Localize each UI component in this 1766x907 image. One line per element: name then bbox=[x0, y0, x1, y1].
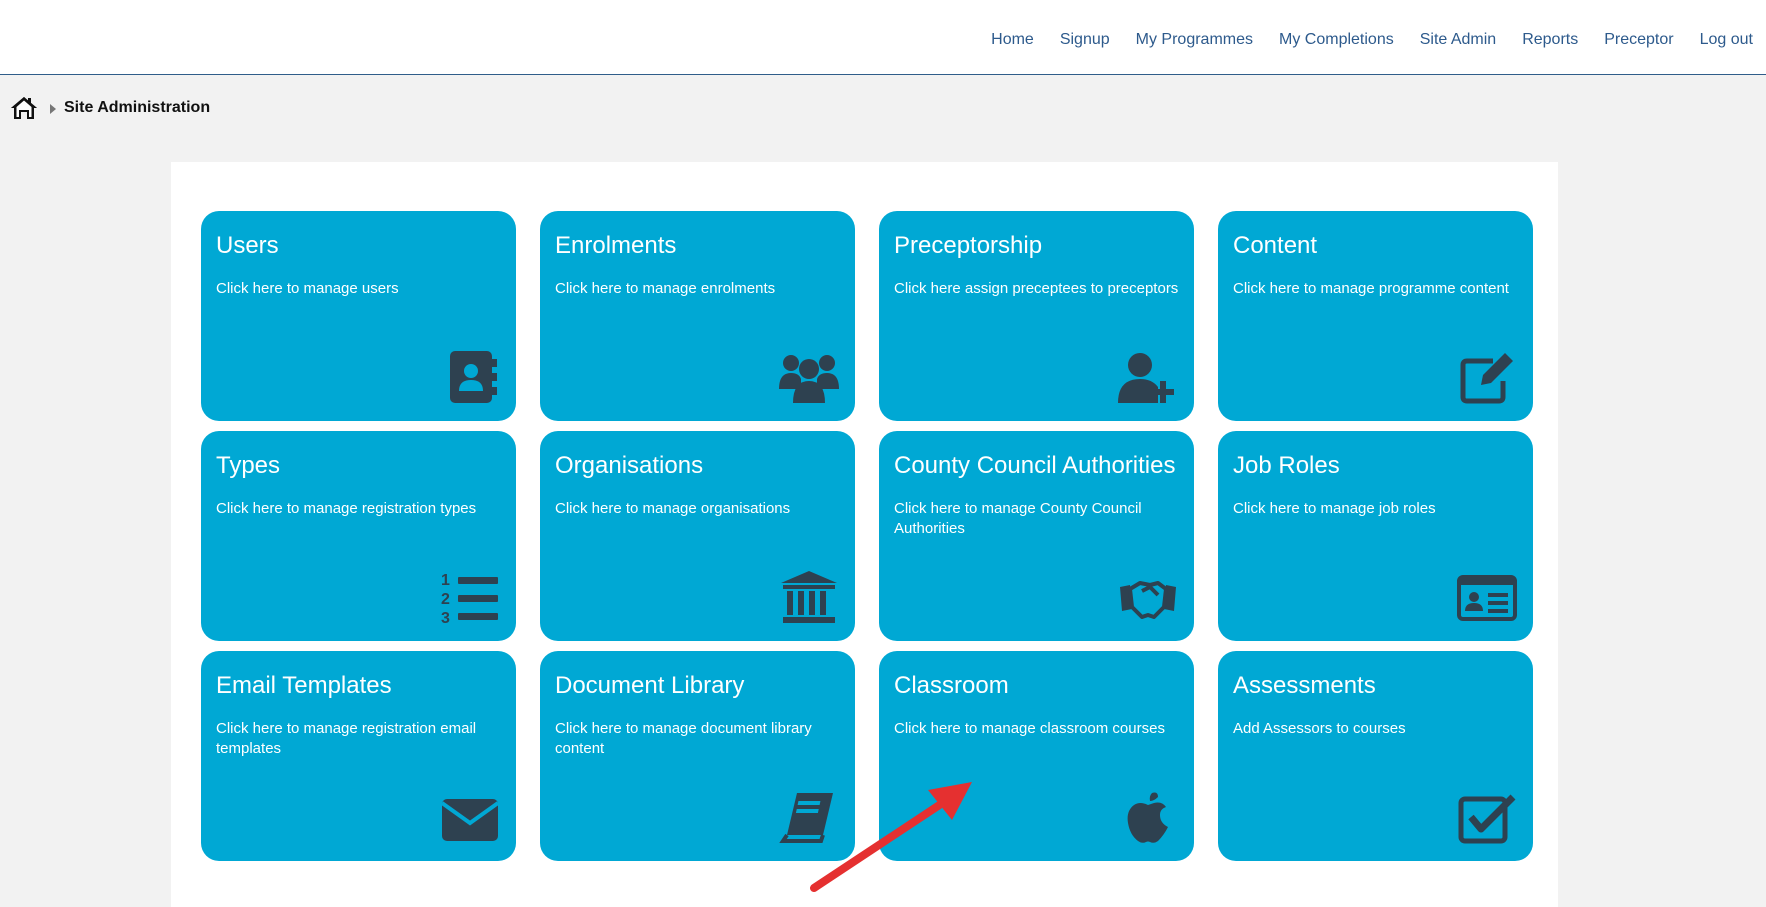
tile-description: Click here to manage enrolments bbox=[555, 280, 776, 297]
tile-description: Click here to manage users bbox=[216, 280, 399, 297]
address-book-icon bbox=[440, 349, 500, 405]
tile-document-library[interactable]: Document Library Click here to manage do… bbox=[540, 651, 855, 861]
users-group-icon bbox=[779, 349, 839, 405]
nav-preceptor[interactable]: Preceptor bbox=[1591, 30, 1686, 50]
tile-title: Assessments bbox=[1233, 672, 1376, 699]
handshake-icon bbox=[1118, 569, 1178, 625]
tile-description: Click here to manage job roles bbox=[1233, 500, 1436, 517]
apple-icon bbox=[1118, 789, 1178, 845]
tile-description: Click here to manage registration email … bbox=[216, 720, 477, 757]
nav-site-admin[interactable]: Site Admin bbox=[1407, 30, 1509, 50]
book-icon bbox=[779, 789, 839, 845]
nav-log-out[interactable]: Log out bbox=[1687, 30, 1766, 50]
breadcrumb: Site Administration bbox=[10, 94, 210, 122]
tile-title: Job Roles bbox=[1233, 452, 1340, 479]
tile-organisations[interactable]: Organisations Click here to manage organ… bbox=[540, 431, 855, 641]
admin-panel: Users Click here to manage users Enrolme… bbox=[171, 162, 1558, 907]
tile-content[interactable]: Content Click here to manage programme c… bbox=[1218, 211, 1533, 421]
check-square-icon bbox=[1457, 789, 1517, 845]
id-card-icon bbox=[1457, 569, 1517, 625]
nav-home[interactable]: Home bbox=[978, 30, 1047, 50]
envelope-icon bbox=[440, 789, 500, 845]
tile-preceptorship[interactable]: Preceptorship Click here assign precepte… bbox=[879, 211, 1194, 421]
nav-my-programmes[interactable]: My Programmes bbox=[1123, 30, 1266, 50]
edit-icon bbox=[1457, 349, 1517, 405]
main-nav: Home Signup My Programmes My Completions… bbox=[978, 30, 1766, 50]
user-plus-icon bbox=[1118, 349, 1178, 405]
tile-title: Enrolments bbox=[555, 232, 677, 259]
tile-title: Document Library bbox=[555, 672, 745, 699]
svg-text:3: 3 bbox=[441, 610, 450, 625]
tile-users[interactable]: Users Click here to manage users bbox=[201, 211, 516, 421]
nav-reports[interactable]: Reports bbox=[1509, 30, 1591, 50]
admin-tile-grid: Users Click here to manage users Enrolme… bbox=[201, 211, 1533, 861]
tile-classroom[interactable]: Classroom Click here to manage classroom… bbox=[879, 651, 1194, 861]
svg-text:2: 2 bbox=[441, 591, 450, 608]
tile-description: Add Assessors to courses bbox=[1233, 720, 1406, 737]
tile-title: County Council Authorities bbox=[894, 452, 1176, 479]
tile-assessments[interactable]: Assessments Add Assessors to courses bbox=[1218, 651, 1533, 861]
numbered-list-icon: 1 2 3 bbox=[440, 569, 500, 625]
tile-title: Classroom bbox=[894, 672, 1009, 699]
tile-description: Click here assign preceptees to precepto… bbox=[894, 280, 1179, 297]
breadcrumb-chevron-icon bbox=[48, 102, 58, 114]
tile-title: Organisations bbox=[555, 452, 704, 479]
tile-description: Click here to manage organisations bbox=[555, 500, 791, 517]
tile-county-council-authorities[interactable]: County Council Authorities Click here to… bbox=[879, 431, 1194, 641]
tile-email-templates[interactable]: Email Templates Click here to manage reg… bbox=[201, 651, 516, 861]
tile-job-roles[interactable]: Job Roles Click here to manage job roles bbox=[1218, 431, 1533, 641]
tile-description: Click here to manage County Council Auth… bbox=[894, 500, 1142, 537]
tile-description: Click here to manage classroom courses bbox=[894, 720, 1165, 737]
tile-title: Content bbox=[1233, 232, 1318, 259]
tile-description: Click here to manage registration types bbox=[216, 500, 477, 517]
home-icon[interactable] bbox=[10, 95, 38, 121]
breadcrumb-current: Site Administration bbox=[64, 99, 211, 116]
nav-signup[interactable]: Signup bbox=[1047, 30, 1123, 50]
top-bar: Home Signup My Programmes My Completions… bbox=[0, 0, 1766, 75]
svg-text:1: 1 bbox=[441, 572, 450, 589]
tile-title: Preceptorship bbox=[894, 232, 1043, 259]
tile-types[interactable]: Types Click here to manage registration … bbox=[201, 431, 516, 641]
tile-title: Types bbox=[216, 452, 281, 479]
nav-my-completions[interactable]: My Completions bbox=[1266, 30, 1407, 50]
tile-enrolments[interactable]: Enrolments Click here to manage enrolmen… bbox=[540, 211, 855, 421]
tile-title: Email Templates bbox=[216, 672, 392, 699]
tile-description: Click here to manage document library co… bbox=[555, 720, 812, 757]
tile-description: Click here to manage programme content bbox=[1233, 280, 1509, 297]
tile-title: Users bbox=[216, 232, 279, 259]
institution-icon bbox=[779, 569, 839, 625]
